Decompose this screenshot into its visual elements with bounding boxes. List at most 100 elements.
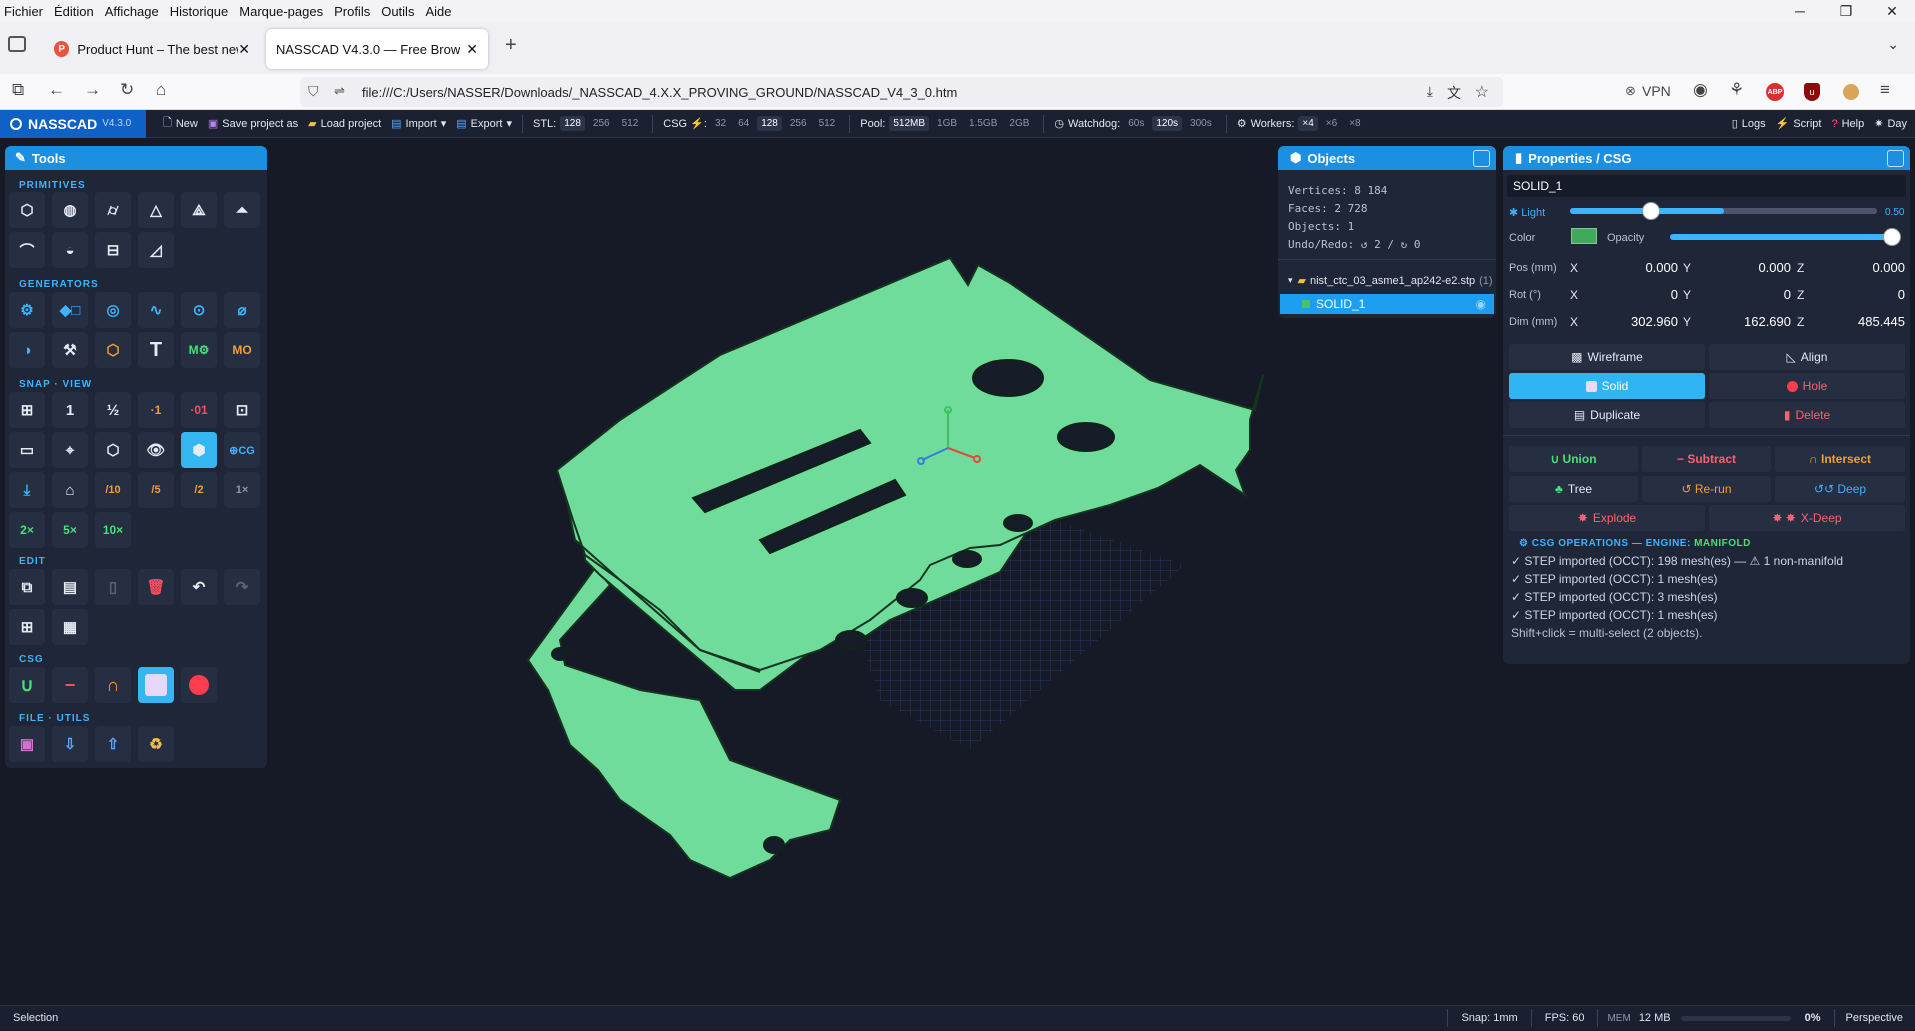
scale-div-5-button[interactable]: /5 <box>138 472 174 508</box>
bearing-generator-button[interactable]: ⊙ <box>181 292 217 328</box>
iso-view-icon[interactable]: ⬢ <box>181 432 217 468</box>
import-file-icon[interactable]: ⇩ <box>52 726 88 762</box>
rot-x-input[interactable]: 0 <box>1583 287 1678 302</box>
frame-view-icon[interactable]: ⊡ <box>224 392 260 428</box>
paste-disabled-icon[interactable]: ▯ <box>95 569 131 605</box>
solid-button[interactable]: Solid <box>1509 373 1705 399</box>
pos-y-input[interactable]: 0.000 <box>1696 260 1791 275</box>
snap-1-button[interactable]: 1 <box>52 392 88 428</box>
bookmark-star-icon[interactable]: ☆ <box>1475 82 1489 102</box>
load-project-button[interactable]: ▰ Load project <box>303 117 386 131</box>
window-view-icon[interactable]: ▭ <box>9 432 45 468</box>
grid-layout-icon[interactable]: ⊞ <box>9 392 45 428</box>
paste-icon[interactable]: ▤ <box>52 569 88 605</box>
vpn-label[interactable]: VPN <box>1642 83 1671 99</box>
torus-generator-button[interactable]: ◎ <box>95 292 131 328</box>
workers-4-chip[interactable]: ×4 <box>1298 116 1318 131</box>
scale-div-2-button[interactable]: /2 <box>181 472 217 508</box>
watchdog-60s-chip[interactable]: 60s <box>1124 116 1148 131</box>
vpn-icon[interactable]: ⊗ <box>1625 83 1636 99</box>
save-icon[interactable]: ▣ <box>9 726 45 762</box>
menu-fichier[interactable]: Fichier <box>0 4 50 19</box>
menu-marque-pages[interactable]: Marque-pages <box>235 4 330 19</box>
tree-button[interactable]: ♣ Tree <box>1509 476 1638 502</box>
hole-mode-button[interactable] <box>181 667 217 703</box>
light-slider-thumb[interactable] <box>1642 202 1660 220</box>
pyramid-button[interactable]: ⟁ <box>181 192 217 228</box>
recycle-icon[interactable]: ♻ <box>138 726 174 762</box>
script-button[interactable]: ⚡ Script <box>1771 117 1827 131</box>
new-tab-button[interactable]: + <box>505 34 517 57</box>
scale-div-10-button[interactable]: /10 <box>95 472 131 508</box>
mold-button[interactable]: MO <box>224 332 260 368</box>
profile-generator-button[interactable]: ◆□ <box>52 292 88 328</box>
nut-generator-button[interactable]: ⬡ <box>95 332 131 368</box>
dim-z-input[interactable]: 485.445 <box>1810 314 1905 329</box>
extensions-icon[interactable]: ⚘ <box>1729 80 1744 100</box>
home-view-icon[interactable]: ⌂ <box>52 472 88 508</box>
cone-button[interactable]: △ <box>138 192 174 228</box>
gear-generator-button[interactable]: ⚙ <box>9 292 45 328</box>
hole-button[interactable]: Hole <box>1709 373 1905 399</box>
tree-item-solid-1[interactable]: SOLID_1 ◉ <box>1280 294 1494 314</box>
csg-32-chip[interactable]: 32 <box>711 116 730 131</box>
intersect-csg-button[interactable]: ∩ Intersect <box>1775 446 1905 472</box>
wireframe-button[interactable]: ▩ Wireframe <box>1509 344 1705 370</box>
stl-512-chip[interactable]: 512 <box>618 116 643 131</box>
prism-button[interactable]: ⏶ <box>224 192 260 228</box>
day-mode-button[interactable]: ✷ Day <box>1869 117 1915 131</box>
back-icon[interactable]: ← <box>48 80 65 100</box>
solid-mode-button[interactable] <box>138 667 174 703</box>
text-generator-button[interactable]: T <box>138 332 174 368</box>
snap-half-button[interactable]: ½ <box>95 392 131 428</box>
cookie-icon[interactable] <box>1843 84 1859 100</box>
trash-icon[interactable]: 🗑 <box>138 569 174 605</box>
stl-128-chip[interactable]: 128 <box>560 116 585 131</box>
eye-icon[interactable]: 👁 <box>138 432 174 468</box>
tab-overflow-icon[interactable]: ⌄ <box>1887 36 1899 53</box>
dim-y-input[interactable]: 162.690 <box>1696 314 1791 329</box>
union-csg-button[interactable]: ∪ Union <box>1509 446 1638 472</box>
logs-button[interactable]: ▯ Logs <box>1727 117 1771 131</box>
pos-x-input[interactable]: 0.000 <box>1583 260 1678 275</box>
menu-profils[interactable]: Profils <box>330 4 377 19</box>
tab-nasscad[interactable]: NASSCAD V4.3.0 — Free Browser C ✕ <box>266 29 488 69</box>
workers-6-chip[interactable]: ×6 <box>1322 116 1341 131</box>
stl-256-chip[interactable]: 256 <box>589 116 614 131</box>
explode-button[interactable]: ✸ Explode <box>1509 505 1705 531</box>
object-name-field[interactable]: SOLID_1 <box>1507 175 1906 197</box>
url-bar[interactable]: ⛉ ⇌ file:///C:/Users/NASSER/Downloads/_N… <box>300 77 1503 107</box>
deep-button[interactable]: ↺↺ Deep <box>1775 476 1905 502</box>
close-tab-icon[interactable]: ✕ <box>466 41 478 58</box>
dome-button[interactable]: ⌒ <box>9 232 45 268</box>
close-tab-icon[interactable]: ✕ <box>238 41 250 58</box>
scale-10x-button[interactable]: 10× <box>95 512 131 548</box>
minimize-panel-button[interactable] <box>1887 150 1904 167</box>
scale-1x-button[interactable]: 1× <box>224 472 260 508</box>
light-slider[interactable] <box>1570 202 1877 220</box>
half-sphere-button[interactable]: ◒ <box>52 232 88 268</box>
adblock-icon[interactable]: ABP <box>1766 83 1784 101</box>
pool-1gb-chip[interactable]: 1GB <box>933 116 961 131</box>
watchdog-120s-chip[interactable]: 120s <box>1152 116 1183 131</box>
csg-64-chip[interactable]: 64 <box>734 116 753 131</box>
snap-0-1-button[interactable]: ·1 <box>138 392 174 428</box>
wedge-button[interactable]: ◿ <box>138 232 174 268</box>
csg-256-chip[interactable]: 256 <box>786 116 811 131</box>
hamburger-menu-icon[interactable]: ≡ <box>1880 80 1890 100</box>
tab-list-icon[interactable] <box>8 36 26 52</box>
subtract-csg-button[interactable]: − Subtract <box>1642 446 1771 472</box>
scale-2x-button[interactable]: 2× <box>9 512 45 548</box>
tube-button[interactable]: ⊟ <box>95 232 131 268</box>
export-file-icon[interactable]: ⇧ <box>95 726 131 762</box>
sidebar-toggle-icon[interactable]: ⧉ <box>12 80 24 100</box>
pos-z-input[interactable]: 0.000 <box>1810 260 1905 275</box>
grid-array-icon[interactable]: ▦ <box>52 609 88 645</box>
opacity-slider[interactable] <box>1670 228 1901 246</box>
subtract-button[interactable]: − <box>52 667 88 703</box>
half-circle-generator-button[interactable]: ◑ <box>9 332 45 368</box>
pool-1-5gb-chip[interactable]: 1.5GB <box>965 116 1001 131</box>
menu-outils[interactable]: Outils <box>377 4 421 19</box>
visibility-icon[interactable]: ◉ <box>1476 297 1486 311</box>
bolt-generator-button[interactable]: ⚒ <box>52 332 88 368</box>
